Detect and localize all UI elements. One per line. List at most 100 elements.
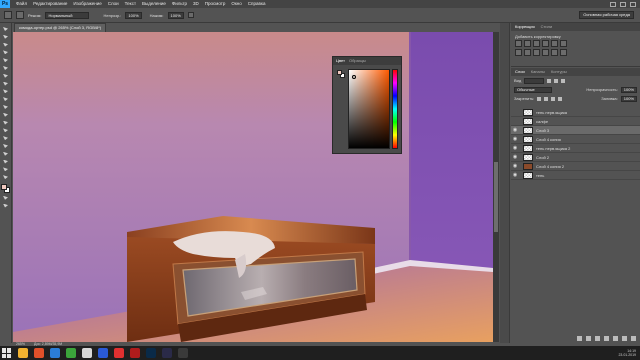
- menu-select[interactable]: Выделение: [139, 0, 169, 8]
- layer-row-selected[interactable]: ◉ Слой 3: [511, 126, 640, 135]
- eye-icon[interactable]: ◉: [511, 145, 519, 151]
- menu-help[interactable]: Справка: [245, 0, 269, 8]
- maximize-icon[interactable]: [620, 1, 626, 7]
- layer-row[interactable]: ◉ Слой 4 копия 2: [511, 162, 640, 171]
- video-icon[interactable]: [98, 348, 108, 358]
- layer-row[interactable]: салфе: [511, 117, 640, 126]
- panel-color-swatches[interactable]: [337, 70, 345, 78]
- opacity-field[interactable]: 100%: [125, 11, 142, 19]
- healing-tool-icon[interactable]: [2, 73, 9, 79]
- menu-layers[interactable]: Слои: [105, 0, 122, 8]
- exposure-icon[interactable]: [542, 40, 549, 47]
- document-tab[interactable]: комода-ортер.psd @ 265% (Слой 3, RGB/8*): [14, 23, 107, 32]
- tab-channels[interactable]: Каналы: [531, 68, 545, 76]
- minimize-icon[interactable]: [610, 1, 616, 7]
- color-picker-field[interactable]: [348, 69, 390, 149]
- scrollbar-thumb[interactable]: [494, 162, 498, 232]
- lasso-tool-icon[interactable]: [2, 42, 9, 48]
- menu-filter[interactable]: Фильтр: [169, 0, 190, 8]
- menu-view[interactable]: Просмотр: [202, 0, 229, 8]
- photo-filter-icon[interactable]: [533, 49, 540, 56]
- chrome-icon[interactable]: [82, 348, 92, 358]
- new-group-icon[interactable]: [613, 336, 618, 341]
- color-picker-handle[interactable]: [352, 75, 356, 79]
- painting-canvas[interactable]: [13, 32, 493, 342]
- hue-slider[interactable]: [392, 69, 398, 149]
- eyedropper-tool-icon[interactable]: [2, 65, 9, 71]
- quick-select-tool-icon[interactable]: [2, 49, 9, 55]
- adobe-icon[interactable]: [130, 348, 140, 358]
- hue-saturation-icon[interactable]: [560, 40, 567, 47]
- screen-mode-icon[interactable]: [2, 203, 9, 209]
- layer-opacity-field[interactable]: 100%: [620, 86, 637, 93]
- airbrush-icon[interactable]: [187, 12, 194, 18]
- canvas-area[interactable]: [13, 32, 493, 342]
- app-icon[interactable]: [162, 348, 172, 358]
- add-mask-icon[interactable]: [595, 336, 600, 341]
- color-swatches[interactable]: [1, 183, 10, 193]
- foreground-color-swatch[interactable]: [1, 183, 7, 190]
- layer-row[interactable]: ◉ Слой 4 копия: [511, 135, 640, 144]
- menu-3d[interactable]: 3D: [190, 0, 202, 8]
- lock-image-icon[interactable]: [544, 96, 549, 101]
- filter-pixel-icon[interactable]: [547, 78, 552, 83]
- invert-icon[interactable]: [560, 49, 567, 56]
- torrent-icon[interactable]: [66, 348, 76, 358]
- layer-fill-field[interactable]: 100%: [620, 95, 637, 102]
- close-icon[interactable]: [630, 1, 636, 7]
- menu-file[interactable]: Файл: [13, 0, 30, 8]
- flow-field[interactable]: 100%: [167, 11, 184, 19]
- opera-icon[interactable]: [114, 348, 124, 358]
- lock-position-icon[interactable]: [551, 96, 556, 101]
- menu-window[interactable]: Окно: [228, 0, 244, 8]
- eraser-tool-icon[interactable]: [2, 104, 9, 110]
- eye-icon[interactable]: ◉: [511, 172, 519, 178]
- history-brush-tool-icon[interactable]: [2, 96, 9, 102]
- eye-icon[interactable]: ◉: [511, 154, 519, 160]
- layer-row[interactable]: ◉ тень перв.ящика 2: [511, 144, 640, 153]
- blur-tool-icon[interactable]: [2, 120, 9, 126]
- black-white-icon[interactable]: [524, 49, 531, 56]
- brush-tool-preset-icon[interactable]: [4, 11, 12, 19]
- path-select-tool-icon[interactable]: [2, 151, 9, 157]
- tab-color[interactable]: Цвет: [336, 57, 345, 65]
- panel-foreground-swatch[interactable]: [337, 70, 342, 75]
- gradient-tool-icon[interactable]: [2, 112, 9, 118]
- system-tray[interactable]: 14:19 23.01.2019: [618, 349, 640, 357]
- shape-tool-icon[interactable]: [2, 159, 9, 165]
- delete-layer-icon[interactable]: [631, 336, 636, 341]
- eye-icon[interactable]: ◉: [511, 136, 519, 142]
- media-player-icon[interactable]: [34, 348, 44, 358]
- photoshop-taskbar-icon[interactable]: [146, 348, 156, 358]
- tab-adjustments[interactable]: Коррекция: [515, 23, 535, 31]
- levels-icon[interactable]: [524, 40, 531, 47]
- type-tool-icon[interactable]: [2, 143, 9, 149]
- windows-start-icon[interactable]: [2, 348, 12, 358]
- vertical-scrollbar[interactable]: [493, 32, 499, 342]
- stamp-tool-icon[interactable]: [2, 88, 9, 94]
- eye-icon[interactable]: ◉: [511, 127, 519, 133]
- menu-edit[interactable]: Редактирование: [30, 0, 70, 8]
- vpn-icon[interactable]: [50, 348, 60, 358]
- tab-styles[interactable]: Стили: [541, 23, 553, 31]
- move-tool-icon[interactable]: [2, 26, 9, 32]
- app-icon[interactable]: [178, 348, 188, 358]
- file-explorer-icon[interactable]: [18, 348, 28, 358]
- brush-tool-icon[interactable]: [2, 81, 9, 87]
- curves-icon[interactable]: [533, 40, 540, 47]
- channel-mixer-icon[interactable]: [542, 49, 549, 56]
- tab-layers[interactable]: Слои: [515, 68, 525, 76]
- layer-row[interactable]: ◉ тень: [511, 171, 640, 180]
- dodge-tool-icon[interactable]: [2, 127, 9, 133]
- menu-image[interactable]: Изображение: [70, 0, 104, 8]
- lock-all-icon[interactable]: [558, 96, 563, 101]
- layer-row[interactable]: ◉ Слой 2: [511, 153, 640, 162]
- eye-icon[interactable]: ◉: [511, 163, 519, 169]
- color-balance-icon[interactable]: [515, 49, 522, 56]
- new-layer-icon[interactable]: [622, 336, 627, 341]
- crop-tool-icon[interactable]: [2, 57, 9, 63]
- filter-kind-select[interactable]: [524, 77, 545, 84]
- color-lookup-icon[interactable]: [551, 49, 558, 56]
- layer-row[interactable]: тень перв.ящика: [511, 108, 640, 117]
- filter-type-icon[interactable]: [561, 78, 566, 83]
